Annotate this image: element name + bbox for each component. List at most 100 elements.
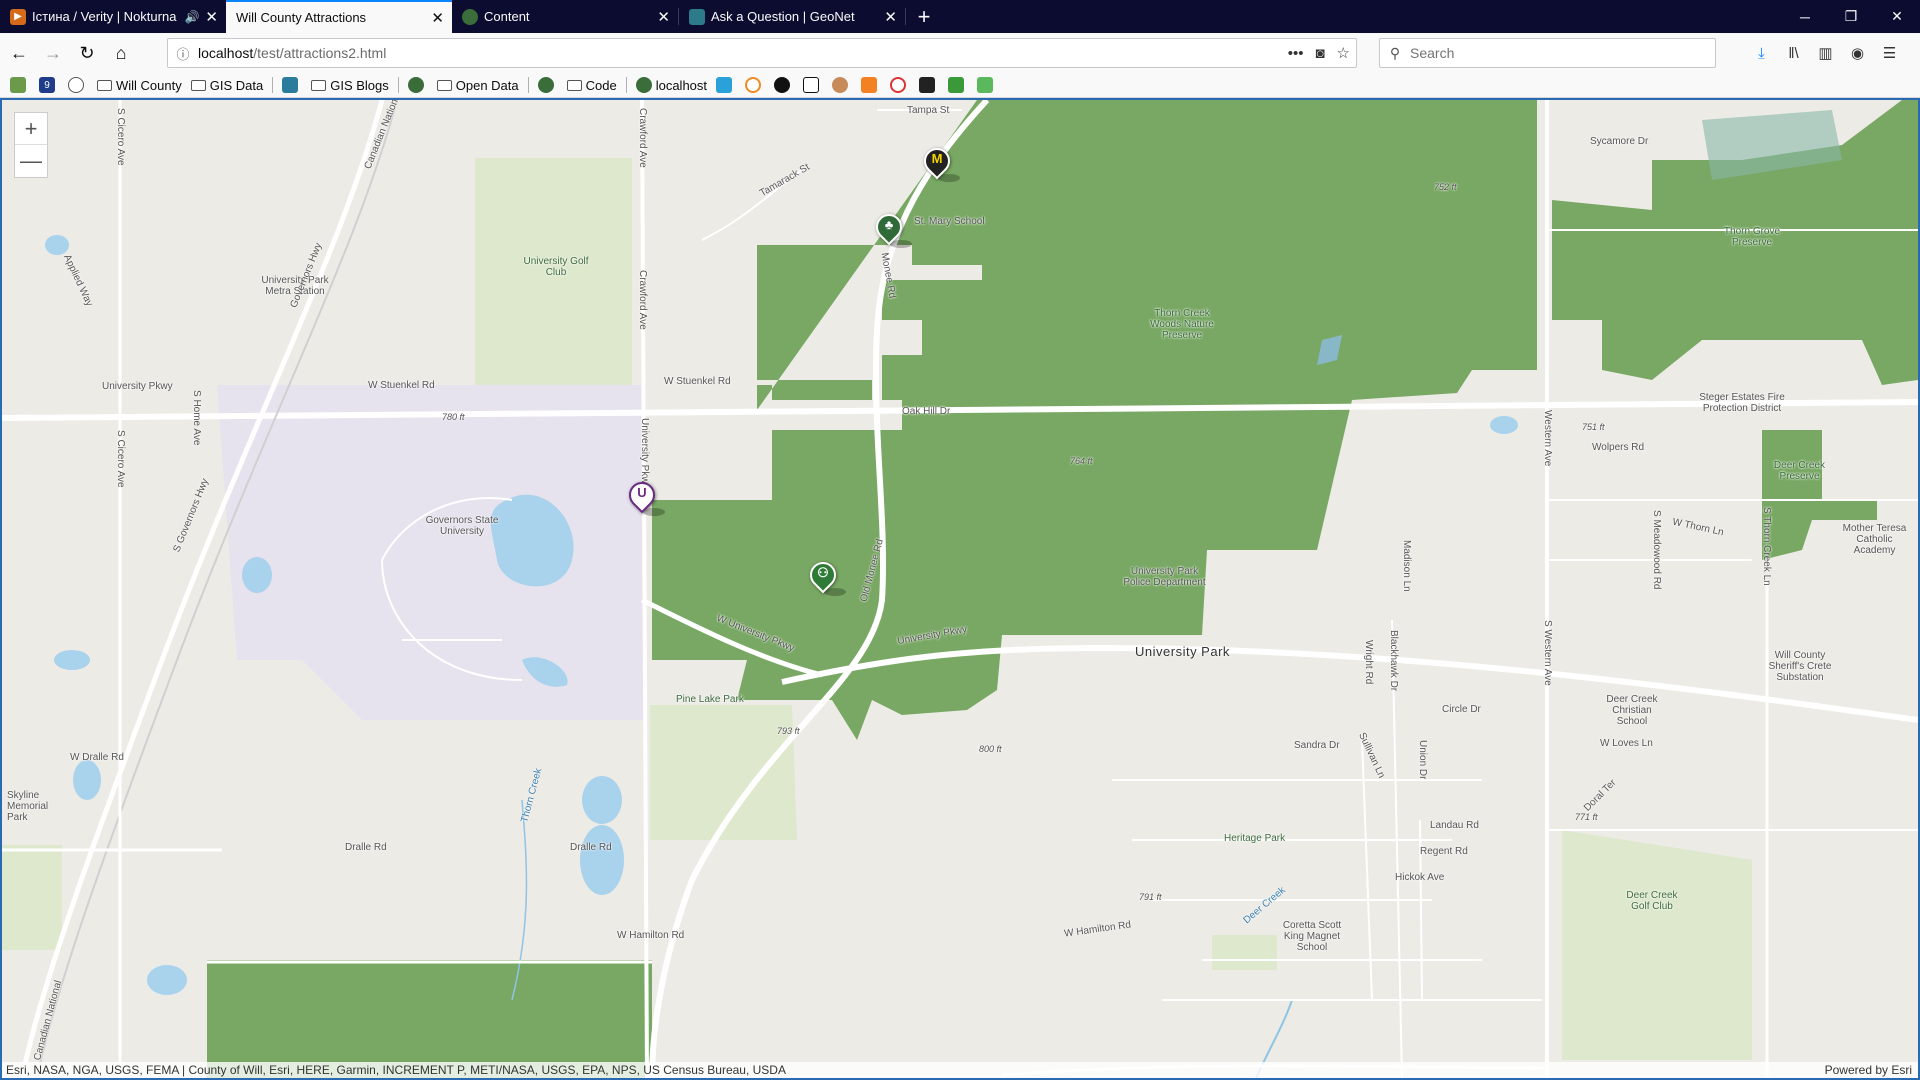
school-pin[interactable]: M — [918, 142, 960, 182]
zoom-in-button[interactable]: + — [15, 113, 47, 145]
town-label: University Park — [1135, 644, 1230, 659]
menu-icon[interactable]: ☰ — [1878, 42, 1901, 65]
globe-icon — [537, 77, 554, 93]
page-actions-icon[interactable]: ••• — [1288, 45, 1304, 62]
search-bar[interactable]: ⚲ Search — [1379, 38, 1716, 68]
close-tab-icon[interactable]: ✕ — [431, 9, 444, 27]
info-icon[interactable]: ⓘ — [168, 44, 198, 63]
university-pin[interactable]: U — [623, 476, 665, 516]
bookmark-icon-9[interactable] — [948, 74, 968, 96]
download-icon[interactable]: ⤓ — [1750, 42, 1773, 65]
campus-area — [217, 385, 647, 720]
url-bar[interactable]: ⓘ localhost/test/attractions2.html ••• ◙… — [167, 38, 1357, 68]
street-label: S Thorn Creek Ln — [1761, 507, 1772, 586]
bookmark-globe[interactable] — [68, 74, 88, 96]
elevation-label: 751 ft — [1582, 422, 1605, 432]
lake-south — [580, 825, 624, 895]
speaker-icon[interactable]: 🔊 — [184, 10, 199, 24]
street-label: Dralle Rd — [345, 842, 387, 853]
close-window-icon[interactable]: ✕ — [1874, 0, 1920, 33]
app-icon — [745, 77, 762, 93]
street-label: W Hamilton Rd — [617, 930, 685, 941]
pond-sw — [73, 760, 101, 800]
home-icon[interactable]: ⌂ — [106, 38, 136, 68]
bookmark-icon-2[interactable] — [745, 74, 765, 96]
bookmark-globe-3[interactable] — [537, 74, 558, 96]
app-icon — [977, 77, 994, 93]
bookmark-folder-will-county[interactable]: Will County — [97, 74, 182, 96]
app-icon — [890, 77, 907, 93]
bookmark-folder-gis-data[interactable]: GIS Data — [190, 74, 263, 96]
park-label: Heritage Park — [1224, 833, 1286, 844]
bookmark-star-icon[interactable]: ☆ — [1337, 44, 1350, 62]
bookmark-icon-7[interactable] — [890, 74, 910, 96]
bookmark-folder-code[interactable]: Code — [566, 74, 617, 96]
forward-icon[interactable]: → — [38, 38, 68, 68]
url-host: localhost — [198, 45, 254, 61]
library-icon[interactable]: ‖\ — [1782, 42, 1805, 65]
poi-label: Mother Teresa Catholic Academy — [1842, 523, 1907, 556]
elevation-label: 764 ft — [1070, 456, 1093, 466]
park-pin[interactable]: ♣ — [870, 208, 912, 248]
bookmark-icon-5[interactable] — [832, 74, 852, 96]
zoom-out-button[interactable]: — — [15, 145, 47, 177]
bookmark-icon-8[interactable] — [919, 74, 939, 96]
street-label: W Stuenkel Rd — [368, 380, 435, 391]
app-icon — [948, 77, 965, 93]
poi-label: University Park Police Department — [1123, 566, 1206, 588]
new-tab-button[interactable]: + — [906, 0, 942, 33]
close-tab-icon[interactable]: ✕ — [205, 8, 218, 26]
pond-south — [147, 965, 187, 995]
street-label: Regent Rd — [1420, 846, 1468, 857]
bookmark-codepen[interactable] — [803, 74, 823, 96]
tab-will-county-attractions[interactable]: Will County Attractions ✕ — [226, 0, 452, 33]
bookmark-label: Open Data — [455, 77, 519, 93]
recreation-pin[interactable]: ⚇ — [804, 556, 846, 596]
music-icon: ▶ — [10, 8, 26, 25]
university-icon: U — [637, 485, 647, 500]
map-view[interactable]: Tampa St Tamarack St St. Mary School Syc… — [0, 98, 1920, 1080]
bookmark-github[interactable] — [774, 74, 794, 96]
bookmark-globe-2[interactable] — [407, 74, 428, 96]
street-label: Sandra Dr — [1294, 740, 1340, 751]
street-label: Tampa St — [907, 105, 950, 116]
window-controls: ─ ❐ ✕ — [1782, 0, 1920, 33]
url-path: /test/attractions2.html — [253, 45, 387, 61]
back-icon[interactable]: ← — [4, 38, 34, 68]
tab-title: Content — [484, 9, 530, 24]
neighborhood-streets — [1112, 779, 1542, 1001]
account-icon[interactable]: ◉ — [1846, 42, 1869, 65]
bookmark-arcgis[interactable] — [10, 74, 30, 96]
reload-icon[interactable]: ↻ — [72, 38, 102, 68]
close-tab-icon[interactable]: ✕ — [657, 8, 670, 26]
restore-icon[interactable]: ❐ — [1828, 0, 1874, 33]
park-label: Deer Creek Preserve — [1773, 460, 1826, 482]
street-label: Madison Ln — [1401, 540, 1412, 592]
bookmark-icon-10[interactable] — [977, 74, 997, 96]
pond-west — [54, 650, 90, 670]
park-label: Skyline Memorial Park — [7, 790, 49, 823]
bookmark-nine[interactable]: 9 — [39, 74, 59, 96]
globe-icon — [407, 77, 424, 93]
navigation-bar: ← → ↻ ⌂ ⓘ localhost/test/attractions2.ht… — [0, 33, 1920, 73]
folder-icon — [436, 79, 452, 91]
minimize-icon[interactable]: ─ — [1782, 0, 1828, 33]
tab-music[interactable]: ▶ Істина / Verity | Nokturna 🔊 ✕ — [0, 0, 226, 33]
bookmark-icon-1[interactable] — [716, 74, 736, 96]
bookmark-localhost[interactable]: localhost — [635, 74, 707, 96]
street-label: Wright Rd — [1363, 640, 1374, 685]
powered-by-esri[interactable]: Powered by Esri — [1825, 1063, 1918, 1077]
pine-lake-park-area — [650, 705, 797, 840]
sidebar-icon[interactable]: ▥ — [1814, 42, 1837, 65]
globe-icon — [68, 77, 84, 93]
bookmark-stackoverflow[interactable] — [861, 74, 881, 96]
tab-strip: ▶ Істина / Verity | Nokturna 🔊 ✕ Will Co… — [0, 0, 1920, 33]
bookmark-folder-open-data[interactable]: Open Data — [436, 74, 519, 96]
bookmark-folder-gis-blogs[interactable]: GIS Blogs — [311, 74, 389, 96]
pocket-icon[interactable]: ◙ — [1315, 45, 1324, 62]
tab-content[interactable]: Content ✕ — [452, 0, 678, 33]
bookmark-map[interactable] — [282, 74, 302, 96]
close-tab-icon[interactable]: ✕ — [884, 8, 897, 26]
tab-geonet[interactable]: Ask a Question | GeoNet ✕ — [679, 0, 905, 33]
street-label: S Meadowood Rd — [1651, 510, 1662, 590]
